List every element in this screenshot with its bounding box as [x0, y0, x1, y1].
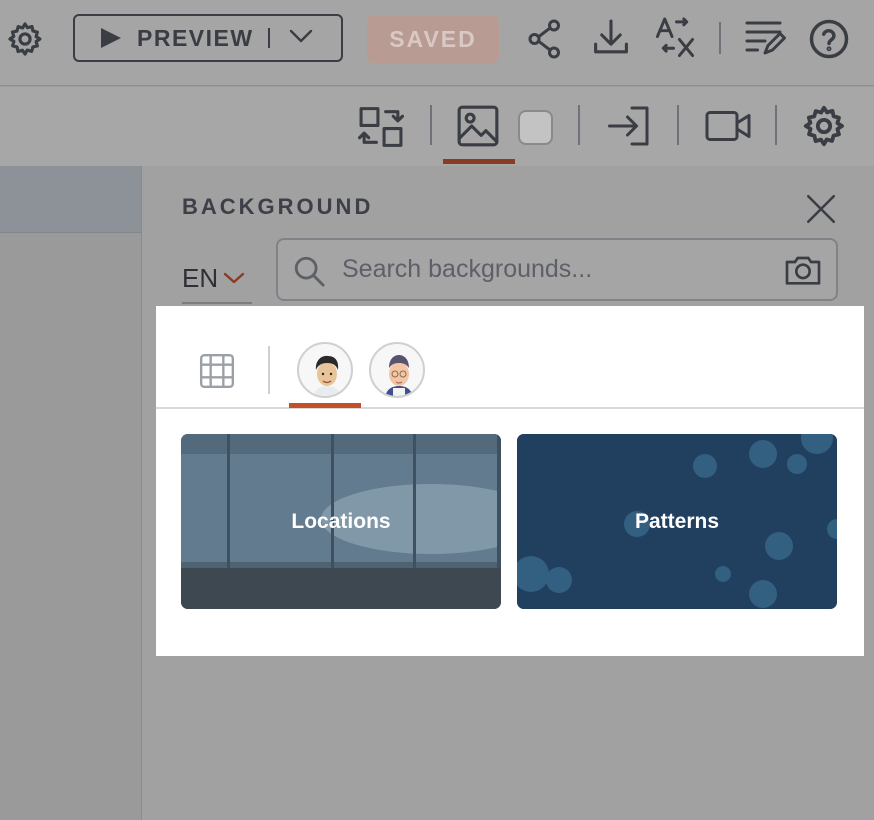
subtoolbar-divider: [677, 105, 679, 145]
camera-video-icon[interactable]: [704, 109, 752, 143]
image-icon[interactable]: [456, 103, 500, 149]
play-icon: [101, 28, 121, 48]
search-field: [276, 238, 838, 301]
preview-label: PREVIEW: [137, 24, 254, 51]
language-value: EN: [182, 262, 219, 293]
category-card-patterns[interactable]: Patterns: [517, 434, 837, 609]
chevron-down-icon: [222, 271, 246, 290]
subtoolbar-divider: [578, 105, 580, 145]
category-label: Locations: [291, 509, 391, 533]
search-input[interactable]: [342, 248, 762, 290]
active-tab-indicator: [443, 159, 515, 164]
subtoolbar-divider: [775, 105, 777, 145]
settings-icon[interactable]: [801, 103, 847, 149]
chevron-down-icon[interactable]: [288, 28, 314, 49]
toolbar-divider: [719, 22, 721, 54]
subtoolbar-divider: [430, 105, 432, 145]
language-select[interactable]: EN: [182, 254, 252, 304]
tab-separator: [268, 346, 270, 394]
color-toggle[interactable]: [518, 110, 553, 145]
avatar-style-1-tab[interactable]: [297, 342, 353, 398]
translate-icon[interactable]: [654, 16, 696, 60]
avatar-style-2-tab[interactable]: [369, 342, 425, 398]
panel-title: BACKGROUND: [182, 194, 374, 219]
top-toolbar: PREVIEW SAVED: [0, 0, 874, 86]
gear-icon[interactable]: [6, 20, 44, 58]
swap-icon[interactable]: [358, 105, 404, 149]
style-tabs: [156, 306, 864, 409]
preview-button[interactable]: PREVIEW: [73, 14, 343, 62]
enter-icon[interactable]: [606, 105, 652, 147]
notes-edit-icon[interactable]: [744, 18, 786, 58]
canvas-area: [0, 233, 141, 820]
download-icon[interactable]: [592, 18, 630, 58]
saved-button[interactable]: SAVED: [367, 15, 499, 63]
close-icon[interactable]: [804, 192, 838, 231]
secondary-toolbar: [0, 87, 874, 166]
search-icon: [292, 254, 326, 293]
category-label: Patterns: [634, 509, 720, 533]
share-icon[interactable]: [527, 18, 563, 60]
help-icon[interactable]: [808, 18, 850, 60]
grid-view-icon[interactable]: [198, 352, 236, 395]
active-tab-indicator: [289, 403, 361, 408]
camera-icon[interactable]: [784, 254, 822, 291]
category-card-locations[interactable]: Locations: [181, 434, 501, 609]
preview-separator: [267, 28, 270, 48]
background-content: Locations Patterns: [156, 306, 864, 656]
canvas-strip: [0, 166, 141, 233]
